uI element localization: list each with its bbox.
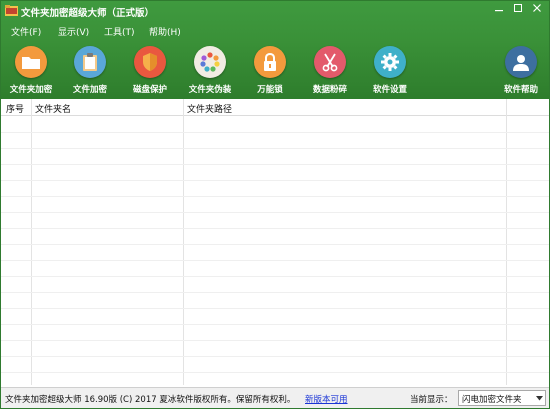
main-window: 文件夹加密超级大师（正式版） 文件(F) 显示(V) 工具(T) 帮助(H) 文… <box>0 0 550 409</box>
folder-encrypt-button[interactable]: 文件夹加密 <box>3 45 59 97</box>
universal-lock-button[interactable]: 万能锁 <box>242 45 298 97</box>
folder-icon <box>15 46 47 78</box>
maximize-button[interactable] <box>510 3 526 17</box>
grid-row-line <box>1 260 549 261</box>
new-version-link[interactable]: 新版本可用 <box>305 393 348 405</box>
disk-protect-button[interactable]: 磁盘保护 <box>122 45 178 97</box>
tool-label: 磁盘保护 <box>132 85 167 95</box>
toolbar: 文件夹加密 文件加密 磁盘保护 文件夹伪装 万能锁 数据粉碎 软件设置 软件帮助 <box>1 45 549 97</box>
grid-row-line <box>1 180 549 181</box>
grid-row-line <box>1 276 549 277</box>
menu-bar: 文件(F) 显示(V) 工具(T) 帮助(H) <box>1 23 549 39</box>
user-icon <box>505 46 537 78</box>
folder-disguise-button[interactable]: 文件夹伪装 <box>182 45 238 97</box>
grid-row-line <box>1 340 549 341</box>
grid-row-line <box>1 308 549 309</box>
tool-label: 数据粉碎 <box>312 85 347 95</box>
maximize-icon <box>514 4 522 12</box>
tool-label: 文件夹加密 <box>9 85 53 95</box>
menu-view[interactable]: 显示(V) <box>58 25 89 38</box>
gear-icon <box>374 46 406 78</box>
column-header-folder-name[interactable]: 文件夹名 <box>35 102 71 115</box>
menu-file[interactable]: 文件(F) <box>11 25 41 38</box>
grid-header: 序号 文件夹名 文件夹路径 <box>1 99 549 116</box>
help-button[interactable]: 软件帮助 <box>493 45 549 97</box>
app-folder-icon <box>5 5 18 16</box>
close-button[interactable] <box>529 3 545 17</box>
column-divider <box>506 99 507 385</box>
clipboard-icon <box>74 46 106 78</box>
grid-row-line <box>1 244 549 245</box>
column-header-index[interactable]: 序号 <box>6 102 24 115</box>
column-divider <box>31 99 32 385</box>
status-bar: 文件夹加密超级大师 16.90版 (C) 2017 夏冰软件版权所有。保留所有权… <box>1 387 549 408</box>
display-mode-select[interactable]: 闪电加密文件夹 <box>458 390 546 406</box>
data-shred-button[interactable]: 数据粉碎 <box>302 45 358 97</box>
palette-icon <box>194 46 226 78</box>
close-icon <box>533 4 541 12</box>
grid-row-line <box>1 212 549 213</box>
grid-row-line <box>1 372 549 373</box>
grid-row-line <box>1 196 549 197</box>
header-area: 文件夹加密超级大师（正式版） 文件(F) 显示(V) 工具(T) 帮助(H) 文… <box>1 1 549 99</box>
display-mode-value: 闪电加密文件夹 <box>462 395 522 405</box>
shield-icon <box>134 46 166 78</box>
column-divider <box>183 99 184 385</box>
lock-icon <box>254 46 286 78</box>
chevron-down-icon <box>533 391 545 405</box>
settings-button[interactable]: 软件设置 <box>362 45 418 97</box>
tool-label: 文件夹伪装 <box>188 85 232 95</box>
grid-row-line <box>1 132 549 133</box>
copyright-text: 文件夹加密超级大师 16.90版 (C) 2017 夏冰软件版权所有。保留所有权… <box>5 395 296 405</box>
tool-label: 软件帮助 <box>503 85 538 95</box>
menu-tools[interactable]: 工具(T) <box>104 25 135 38</box>
current-display-label: 当前显示： <box>410 395 453 405</box>
minimize-icon <box>495 10 503 12</box>
grid-row-line <box>1 148 549 149</box>
tool-label: 万能锁 <box>257 85 283 95</box>
minimize-button[interactable] <box>491 3 507 17</box>
grid-row-line <box>1 292 549 293</box>
grid-row-line <box>1 356 549 357</box>
file-encrypt-button[interactable]: 文件加密 <box>62 45 118 97</box>
title-bar[interactable]: 文件夹加密超级大师（正式版） <box>1 1 549 21</box>
tool-label: 软件设置 <box>372 85 407 95</box>
grid-row-line <box>1 324 549 325</box>
column-header-folder-path[interactable]: 文件夹路径 <box>187 102 232 115</box>
scissors-icon <box>314 46 346 78</box>
window-title: 文件夹加密超级大师（正式版） <box>21 8 155 19</box>
grid-row-line <box>1 228 549 229</box>
folder-list-grid[interactable]: 序号 文件夹名 文件夹路径 <box>1 99 549 385</box>
grid-row-line <box>1 164 549 165</box>
tool-label: 文件加密 <box>72 85 107 95</box>
menu-help[interactable]: 帮助(H) <box>149 25 181 38</box>
